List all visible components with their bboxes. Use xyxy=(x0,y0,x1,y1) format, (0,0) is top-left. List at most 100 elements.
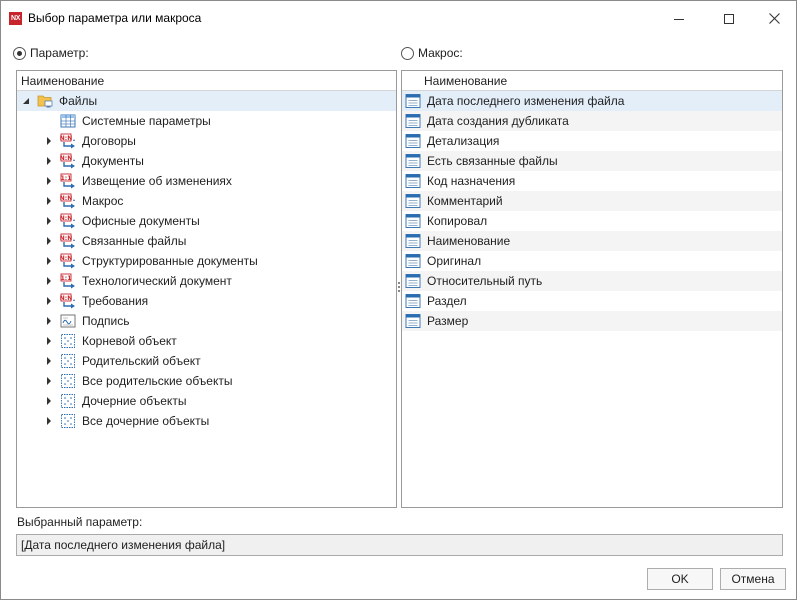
tree-row[interactable]: N:N Договоры xyxy=(17,131,396,151)
expand-arrow-icon[interactable] xyxy=(44,271,54,291)
expand-arrow-icon[interactable] xyxy=(44,371,54,391)
maximize-button[interactable] xyxy=(706,1,752,36)
selected-param-field[interactable]: [Дата последнего изменения файла] xyxy=(16,534,783,556)
link-nn-icon: N:N xyxy=(60,193,76,209)
expand-arrow-icon[interactable] xyxy=(44,211,54,231)
field-icon xyxy=(405,213,421,229)
ok-button[interactable]: OK xyxy=(647,568,713,590)
expand-arrow-icon[interactable] xyxy=(44,331,54,351)
field-icon xyxy=(405,293,421,309)
minimize-icon xyxy=(674,18,684,20)
list-item[interactable]: Наименование xyxy=(402,231,782,251)
tree-row[interactable]: Системные параметры xyxy=(17,111,396,131)
list-column-header[interactable]: Наименование xyxy=(402,71,782,91)
collapse-arrow-icon[interactable] xyxy=(21,91,31,111)
link-nn-icon: N:N xyxy=(60,233,76,249)
tree-row[interactable]: N:N Требования xyxy=(17,291,396,311)
object-icon xyxy=(60,373,76,389)
list-item[interactable]: Дата последнего изменения файла xyxy=(402,91,782,111)
expand-arrow-icon[interactable] xyxy=(44,411,54,431)
param-radio[interactable]: Параметр: xyxy=(13,46,89,60)
tree-row-label: Технологический документ xyxy=(82,274,232,288)
list-item-label: Оригинал xyxy=(427,254,482,268)
param-radio-dot[interactable] xyxy=(13,46,26,60)
tree-row[interactable]: 1:1 Технологический документ xyxy=(17,271,396,291)
list-item[interactable]: Код назначения xyxy=(402,171,782,191)
list-item-label: Относительный путь xyxy=(427,274,543,288)
object-icon xyxy=(60,413,76,429)
tree-row[interactable]: Все дочерние объекты xyxy=(17,411,396,431)
tree-row-label: Договоры xyxy=(82,134,136,148)
tree-row-label: Все дочерние объекты xyxy=(82,414,210,428)
cancel-button[interactable]: Отмена xyxy=(720,568,786,590)
minimize-button[interactable] xyxy=(656,1,702,36)
expand-arrow-icon[interactable] xyxy=(44,251,54,271)
tree-row-label: Макрос xyxy=(82,194,124,208)
list-item[interactable]: Комментарий xyxy=(402,191,782,211)
expand-arrow-icon[interactable] xyxy=(44,171,54,191)
svg-text:N:N: N:N xyxy=(60,215,72,222)
field-icon xyxy=(405,153,421,169)
tree-row[interactable]: N:N Связанные файлы xyxy=(17,231,396,251)
table-icon xyxy=(60,113,76,129)
list-item[interactable]: Относительный путь xyxy=(402,271,782,291)
svg-text:N:N: N:N xyxy=(60,295,72,302)
tree-row-label: Подпись xyxy=(82,314,130,328)
tree-row[interactable]: N:N Макрос xyxy=(17,191,396,211)
tree-row[interactable]: N:N Документы xyxy=(17,151,396,171)
field-icon xyxy=(405,173,421,189)
expand-arrow-icon[interactable] xyxy=(44,291,54,311)
arrow-spacer xyxy=(44,111,54,131)
tree-row-label: Дочерние объекты xyxy=(82,394,187,408)
list-item-label: Раздел xyxy=(427,294,467,308)
list-item[interactable]: Есть связанные файлы xyxy=(402,151,782,171)
expand-arrow-icon[interactable] xyxy=(44,131,54,151)
object-icon xyxy=(60,393,76,409)
expand-arrow-icon[interactable] xyxy=(44,231,54,251)
field-icon xyxy=(405,313,421,329)
tree-row-label: Все родительские объекты xyxy=(82,374,233,388)
object-icon xyxy=(60,353,76,369)
link-nn-icon: N:N xyxy=(60,133,76,149)
macro-radio-label: Макрос: xyxy=(418,46,463,60)
signature-icon xyxy=(60,313,76,329)
tree-root-row[interactable]: Файлы xyxy=(17,91,396,111)
list-item-label: Копировал xyxy=(427,214,488,228)
expand-arrow-icon[interactable] xyxy=(44,311,54,331)
list-item-label: Наименование xyxy=(427,234,511,248)
svg-text:N:N: N:N xyxy=(60,235,72,242)
tree-row-label: Требования xyxy=(82,294,149,308)
tree-column-header[interactable]: Наименование xyxy=(17,71,396,91)
title-bar: NX Выбор параметра или макроса xyxy=(1,1,796,36)
tree-row-label: Структурированные документы xyxy=(82,254,258,268)
tree-row[interactable]: Родительский объект xyxy=(17,351,396,371)
tree-row[interactable]: Дочерние объекты xyxy=(17,391,396,411)
tree-row-label: Системные параметры xyxy=(82,114,211,128)
list-item-label: Детализация xyxy=(427,134,500,148)
link-nn-icon: N:N xyxy=(60,213,76,229)
expand-arrow-icon[interactable] xyxy=(44,191,54,211)
list-item[interactable]: Детализация xyxy=(402,131,782,151)
tree-row-label: Извещение об изменениях xyxy=(82,174,232,188)
tree-row-label: Корневой объект xyxy=(82,334,177,348)
tree-row[interactable]: Подпись xyxy=(17,311,396,331)
list-item[interactable]: Дата создания дубликата xyxy=(402,111,782,131)
close-icon xyxy=(768,13,780,24)
tree-row-label: Документы xyxy=(82,154,144,168)
expand-arrow-icon[interactable] xyxy=(44,391,54,411)
list-item[interactable]: Оригинал xyxy=(402,251,782,271)
expand-arrow-icon[interactable] xyxy=(44,351,54,371)
tree-row[interactable]: N:N Офисные документы xyxy=(17,211,396,231)
list-item[interactable]: Копировал xyxy=(402,211,782,231)
tree-row[interactable]: N:N Структурированные документы xyxy=(17,251,396,271)
macro-radio[interactable]: Макрос: xyxy=(401,46,463,60)
expand-arrow-icon[interactable] xyxy=(44,151,54,171)
list-item-label: Дата последнего изменения файла xyxy=(427,94,625,108)
tree-row[interactable]: 1:1 Извещение об изменениях xyxy=(17,171,396,191)
macro-radio-dot[interactable] xyxy=(401,46,414,60)
close-button[interactable] xyxy=(751,1,797,36)
tree-row[interactable]: Корневой объект xyxy=(17,331,396,351)
list-item[interactable]: Размер xyxy=(402,311,782,331)
list-item[interactable]: Раздел xyxy=(402,291,782,311)
tree-row[interactable]: Все родительские объекты xyxy=(17,371,396,391)
